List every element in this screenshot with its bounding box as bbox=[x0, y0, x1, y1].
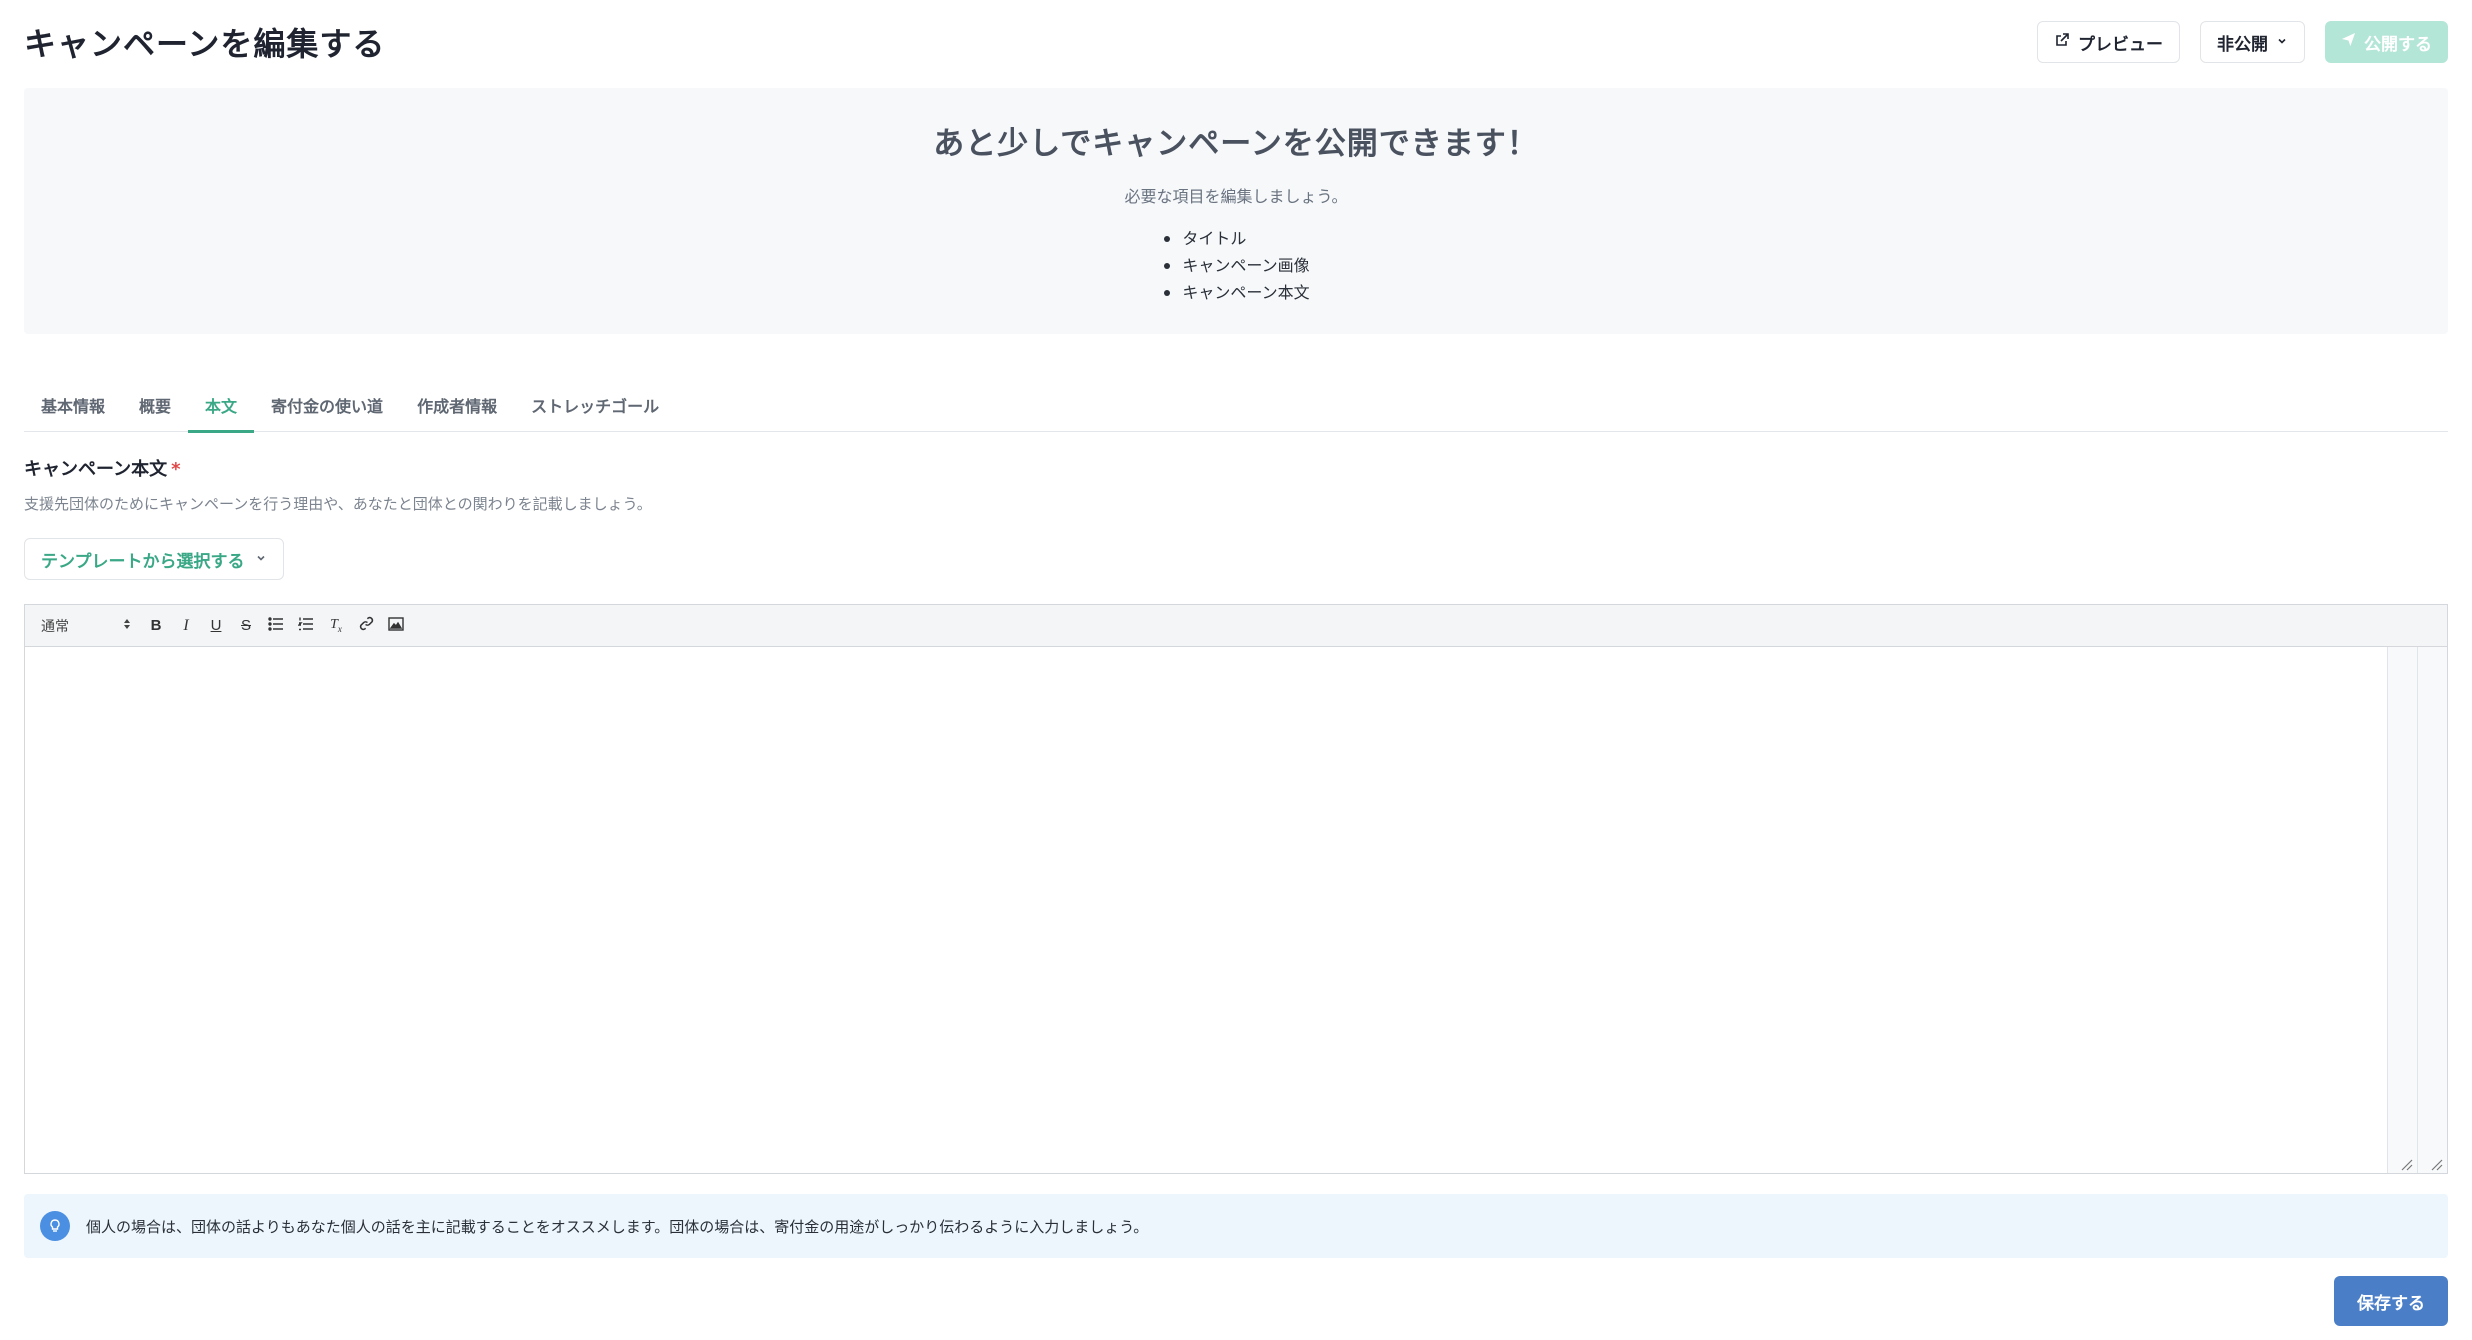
tab-author-info[interactable]: 作成者情報 bbox=[400, 378, 514, 432]
italic-button[interactable]: I bbox=[175, 615, 197, 637]
list-item: キャンペーン画像 bbox=[1162, 252, 1310, 279]
tab-overview[interactable]: 概要 bbox=[122, 378, 188, 432]
strikethrough-icon: S bbox=[240, 617, 251, 634]
notice-title: あと少しでキャンペーンを公開できます！ bbox=[933, 126, 1539, 162]
tip-text: 個人の場合は、団体の話よりもあなた個人の話を主に記載することをオススメします。団… bbox=[86, 1217, 1149, 1236]
required-items-list: タイトル キャンペーン画像 キャンペーン本文 bbox=[1162, 225, 1310, 306]
strikethrough-button[interactable]: S bbox=[235, 615, 257, 637]
send-icon bbox=[2341, 32, 2356, 52]
up-down-icon bbox=[123, 618, 131, 634]
chevron-down-icon bbox=[2276, 32, 2288, 52]
preview-button[interactable]: プレビュー bbox=[2037, 21, 2180, 63]
template-label: テンプレートから選択する bbox=[41, 551, 245, 572]
notice-subtitle: 必要な項目を編集しましょう。 bbox=[1124, 187, 1348, 206]
preview-label: プレビュー bbox=[2078, 34, 2163, 55]
tab-stretch-goal[interactable]: ストレッチゴール bbox=[514, 378, 676, 432]
visibility-label: 非公開 bbox=[2217, 34, 2268, 55]
external-link-icon bbox=[2054, 32, 2070, 53]
editor-toolbar: 通常 B I U S Tx bbox=[25, 605, 2447, 647]
chevron-down-icon bbox=[255, 549, 267, 569]
list-item: タイトル bbox=[1162, 225, 1309, 252]
tab-body[interactable]: 本文 bbox=[188, 378, 255, 433]
visibility-dropdown[interactable]: 非公開 bbox=[2200, 21, 2305, 63]
image-button[interactable] bbox=[385, 615, 407, 637]
save-button[interactable]: 保存する bbox=[2334, 1276, 2448, 1326]
tab-bar: 基本情報 概要 本文 寄付金の使い道 作成者情報 ストレッチゴール bbox=[24, 378, 2448, 433]
header-actions: プレビュー 非公開 公開する bbox=[2037, 21, 2448, 63]
ordered-list-button[interactable] bbox=[295, 615, 317, 637]
field-label-text: キャンペーン本文 bbox=[24, 459, 168, 480]
editor-resize-gutter[interactable] bbox=[2417, 647, 2447, 1173]
underline-button[interactable]: U bbox=[205, 615, 227, 637]
lightbulb-icon bbox=[40, 1211, 70, 1241]
clear-format-icon: Tx bbox=[330, 617, 342, 634]
bold-button[interactable]: B bbox=[145, 615, 167, 637]
format-select[interactable]: 通常 bbox=[41, 616, 131, 636]
template-select-button[interactable]: テンプレートから選択する bbox=[24, 538, 284, 580]
page-header: キャンペーンを編集する プレビュー 非公開 公開する bbox=[24, 18, 2448, 66]
underline-icon: U bbox=[210, 617, 222, 634]
publish-label: 公開する bbox=[2364, 34, 2432, 55]
image-icon bbox=[388, 616, 404, 635]
editor-scrollbar[interactable] bbox=[2387, 647, 2417, 1173]
tip-box: 個人の場合は、団体の話よりもあなた個人の話を主に記載することをオススメします。団… bbox=[24, 1194, 2448, 1258]
tab-fund-usage[interactable]: 寄付金の使い道 bbox=[254, 378, 400, 432]
tab-basic-info[interactable]: 基本情報 bbox=[24, 378, 122, 432]
bullet-list-icon bbox=[268, 616, 284, 635]
bold-icon: B bbox=[150, 617, 162, 634]
rich-text-editor: 通常 B I U S Tx bbox=[24, 604, 2448, 1174]
field-label: キャンペーン本文 * bbox=[24, 455, 181, 481]
link-button[interactable] bbox=[355, 615, 377, 637]
required-mark: * bbox=[171, 459, 181, 480]
format-select-value: 通常 bbox=[41, 618, 69, 635]
clear-format-button[interactable]: Tx bbox=[325, 615, 347, 637]
link-icon bbox=[359, 616, 374, 635]
resize-handle-icon[interactable] bbox=[2397, 1155, 2413, 1171]
publish-button[interactable]: 公開する bbox=[2325, 21, 2448, 63]
italic-icon: I bbox=[183, 616, 189, 634]
bullet-list-button[interactable] bbox=[265, 615, 287, 637]
publish-notice: あと少しでキャンペーンを公開できます！ 必要な項目を編集しましょう。 タイトル … bbox=[24, 88, 2448, 334]
ordered-list-icon bbox=[297, 616, 314, 635]
page-title: キャンペーンを編集する bbox=[24, 25, 386, 63]
resize-handle-icon[interactable] bbox=[2427, 1155, 2443, 1171]
field-help-text: 支援先団体のためにキャンペーンを行う理由や、あなたと団体との関わりを記載しましょ… bbox=[24, 495, 652, 513]
editor-content-area[interactable] bbox=[25, 647, 2387, 1173]
list-item: キャンペーン本文 bbox=[1162, 279, 1310, 306]
